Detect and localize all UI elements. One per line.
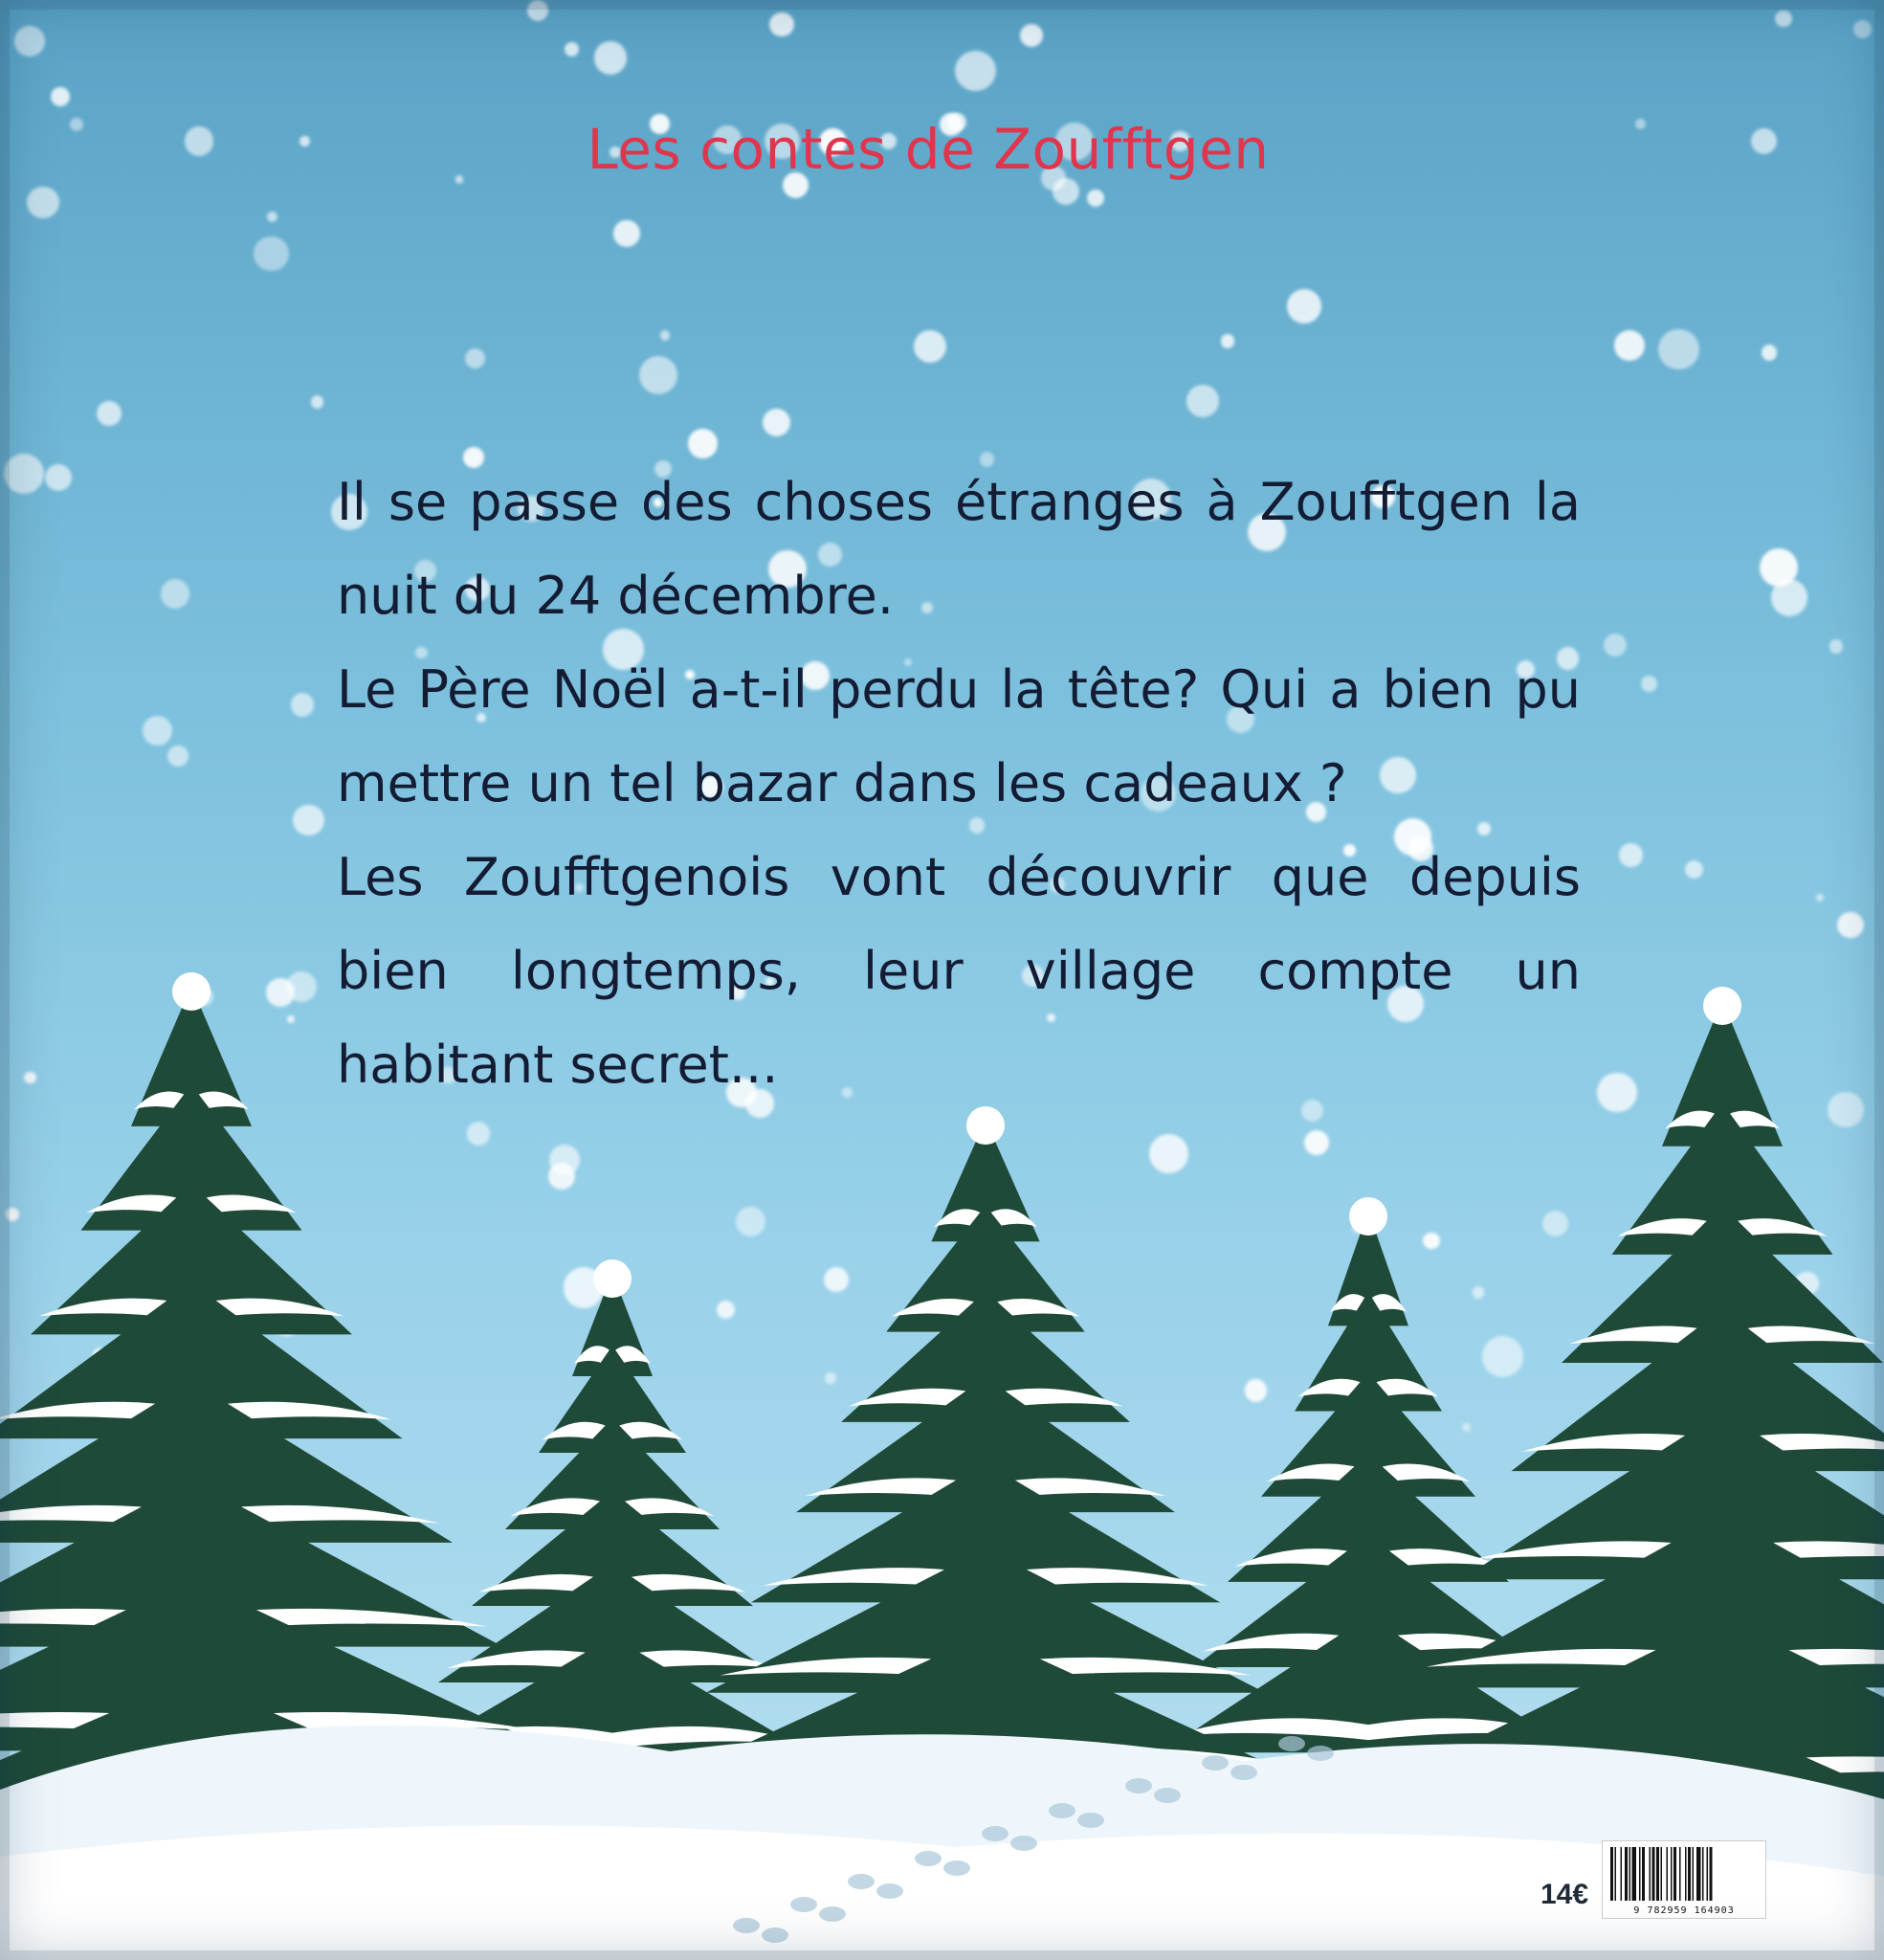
back-cover-blurb: Il se passe des choses étranges à Zoufft… — [337, 456, 1581, 1112]
series-title: Les contes de Zoufftgen — [587, 117, 1270, 182]
footprint — [876, 1883, 903, 1899]
barcode-bar — [1706, 1847, 1709, 1901]
footprint — [762, 1927, 788, 1943]
price-label: 14€ — [1540, 1879, 1589, 1910]
blurb-paragraph: Les Zoufftgenois vont découvrir que depu… — [337, 847, 1581, 1095]
book-back-cover: Les contes de Zoufftgen Il se passe des … — [0, 0, 1884, 1960]
barcode-bar — [1673, 1847, 1677, 1901]
barcode-bar — [1709, 1847, 1713, 1901]
barcode-bar — [1685, 1847, 1687, 1901]
barcode-bar — [1642, 1847, 1646, 1901]
snow-treetop — [172, 972, 211, 1011]
footprint — [790, 1897, 817, 1912]
footprint — [1230, 1765, 1257, 1780]
barcode-bars — [1610, 1847, 1713, 1901]
barcode-bar — [1620, 1847, 1623, 1901]
footprint — [1077, 1813, 1104, 1828]
barcode-bar — [1625, 1847, 1629, 1901]
snow-treetop — [966, 1106, 1005, 1145]
blurb-paragraph: Le Père Noël a-t-il perdu la tête? Qui a… — [337, 659, 1581, 813]
snow-treetop — [1703, 987, 1741, 1025]
footprint — [848, 1874, 875, 1889]
snow-treetop — [1349, 1197, 1387, 1236]
barcode-bar — [1679, 1847, 1681, 1901]
barcode-bar — [1656, 1847, 1660, 1901]
footprint — [1049, 1803, 1075, 1818]
blurb-paragraph: Il se passe des choses étranges à Zoufft… — [337, 472, 1581, 626]
isbn-number: 9 782959 164903 — [1633, 1905, 1735, 1916]
barcode-bar — [1702, 1847, 1704, 1901]
footprint — [1202, 1755, 1229, 1771]
footprint — [915, 1851, 942, 1866]
footprint — [819, 1906, 846, 1922]
barcode-bar — [1610, 1847, 1614, 1901]
barcode-bar — [1651, 1847, 1655, 1901]
barcode-bar — [1692, 1847, 1695, 1901]
snow-treetop — [593, 1259, 632, 1298]
footprint — [1125, 1778, 1152, 1793]
barcode-bar — [1631, 1847, 1637, 1901]
footprint — [943, 1860, 970, 1876]
footprint — [982, 1826, 1008, 1841]
price-barcode-block: 14€ 9 782959 164903 — [1540, 1840, 1767, 1919]
barcode-bar — [1649, 1847, 1651, 1901]
barcode: 9 782959 164903 — [1602, 1840, 1767, 1919]
barcode-bar — [1671, 1847, 1673, 1901]
footprint — [1154, 1788, 1181, 1803]
barcode-bar — [1639, 1847, 1641, 1901]
barcode-bar — [1614, 1847, 1617, 1901]
footprint — [1278, 1736, 1305, 1751]
barcode-bar — [1629, 1847, 1631, 1901]
footprint — [1307, 1746, 1334, 1761]
pine-tree — [660, 1106, 1311, 1783]
barcode-bar — [1660, 1847, 1663, 1901]
footprint — [1010, 1836, 1037, 1851]
footprint — [733, 1918, 760, 1933]
barcode-bar — [1666, 1847, 1669, 1901]
barcode-bar — [1696, 1847, 1701, 1901]
barcode-bar — [1688, 1847, 1692, 1901]
